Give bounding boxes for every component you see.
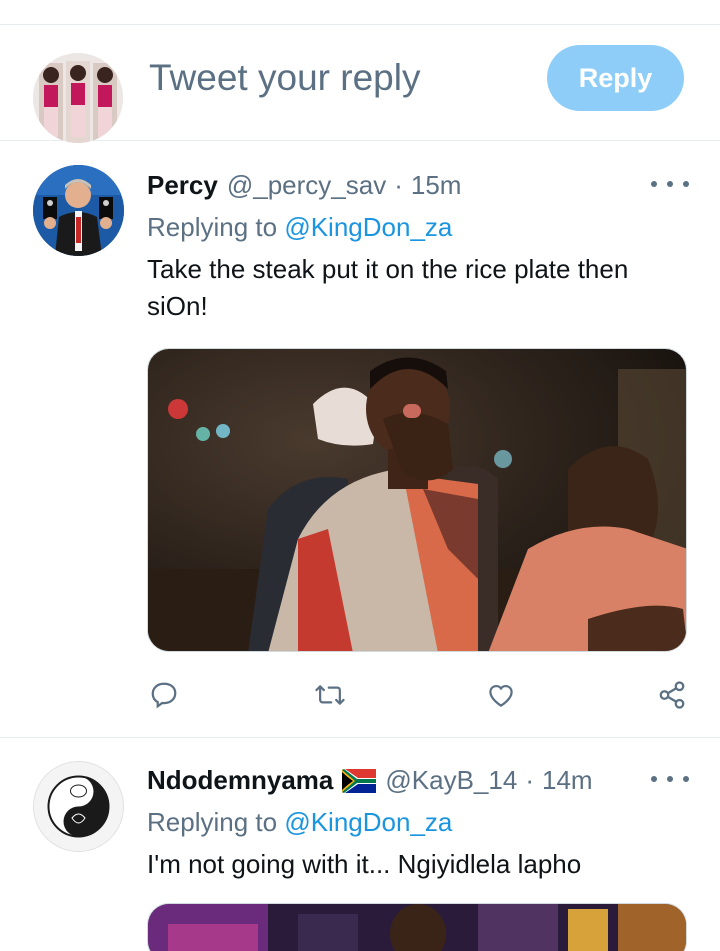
tweet-image[interactable] — [147, 903, 687, 951]
timestamp[interactable]: 14m — [542, 765, 593, 796]
avatar[interactable] — [33, 761, 124, 852]
display-name[interactable]: Ndodemnyama — [147, 765, 333, 796]
reply-button[interactable]: Reply — [547, 45, 684, 111]
tweet-text: Take the steak put it on the rice plate … — [147, 254, 629, 321]
user-avatar[interactable] — [33, 53, 123, 143]
mention-link[interactable]: @KingDon_za — [284, 807, 452, 837]
avatar[interactable] — [33, 165, 124, 256]
tweet-text: I'm not going with it... Ngiyidlela laph… — [147, 849, 582, 879]
south-africa-flag-icon — [342, 768, 377, 793]
user-handle[interactable]: @KayB_14 — [385, 765, 517, 796]
reply-composer: Tweet your reply Reply — [0, 25, 720, 143]
share-icon[interactable] — [655, 678, 689, 712]
separator: · — [394, 170, 403, 200]
tweet-header: Ndodemnyama @KayB_14 · 14m — [147, 765, 593, 796]
mention-link[interactable]: @KingDon_za — [284, 212, 452, 242]
tweet[interactable]: Ndodemnyama @KayB_14 · 14m Replying to @… — [0, 739, 720, 951]
reply-input[interactable]: Tweet your reply — [149, 57, 420, 99]
tweet-actions — [147, 678, 692, 712]
more-icon[interactable] — [651, 174, 689, 194]
more-icon[interactable] — [651, 769, 689, 789]
tweet[interactable]: Percy @_percy_sav · 15m Replying to @Kin… — [0, 142, 720, 738]
user-handle[interactable]: @_percy_sav — [227, 170, 386, 201]
replying-prefix: Replying to — [147, 212, 278, 242]
replying-to: Replying to @KingDon_za — [147, 212, 452, 243]
timestamp[interactable]: 15m — [411, 170, 462, 201]
display-name[interactable]: Percy — [147, 170, 218, 201]
reply-icon[interactable] — [147, 678, 181, 712]
replying-to: Replying to @KingDon_za — [147, 807, 452, 838]
separator: · — [525, 765, 534, 795]
tweet-image[interactable] — [147, 348, 687, 652]
retweet-icon[interactable] — [313, 678, 347, 712]
tweet-header: Percy @_percy_sav · 15m — [147, 170, 461, 201]
replying-prefix: Replying to — [147, 807, 278, 837]
like-icon[interactable] — [484, 678, 518, 712]
